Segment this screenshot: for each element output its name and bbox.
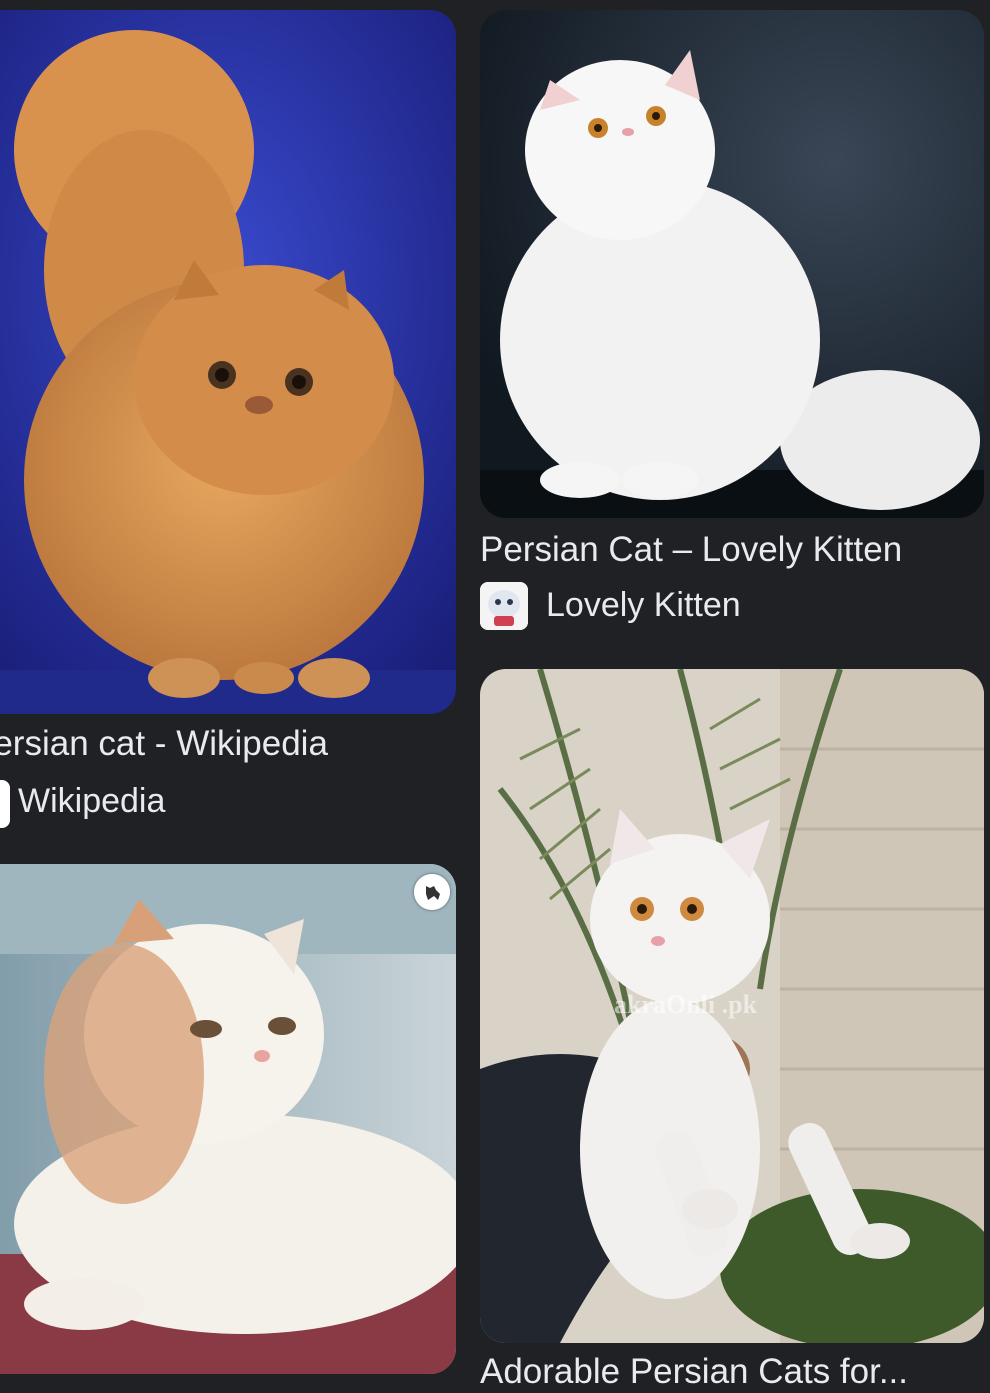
image-results-grid: Persian cat - Wikipedia Wikipedia Persia… (0, 0, 990, 1393)
cream-cat-illustration (0, 864, 456, 1374)
result-title[interactable]: Adorable Persian Cats for... (480, 1352, 985, 1392)
result-image-orange-persian[interactable] (0, 10, 456, 714)
lovely-kitten-cat-icon (480, 582, 528, 630)
result-source[interactable]: Wikipedia (18, 782, 165, 821)
result-image-cream-persian[interactable] (0, 864, 456, 1374)
image-watermark: akraOnli .pk (614, 990, 758, 1019)
result-source[interactable]: Lovely Kitten (546, 586, 741, 625)
result-title[interactable]: Persian Cat – Lovely Kitten (480, 530, 985, 570)
orange-cat-illustration (0, 10, 456, 714)
result-title[interactable]: Persian cat - Wikipedia (0, 724, 430, 764)
wikipedia-w-icon (0, 780, 10, 828)
white-cat-illustration (480, 10, 984, 518)
dog-badge-icon (414, 874, 450, 910)
result-image-white-persian[interactable] (480, 10, 984, 518)
